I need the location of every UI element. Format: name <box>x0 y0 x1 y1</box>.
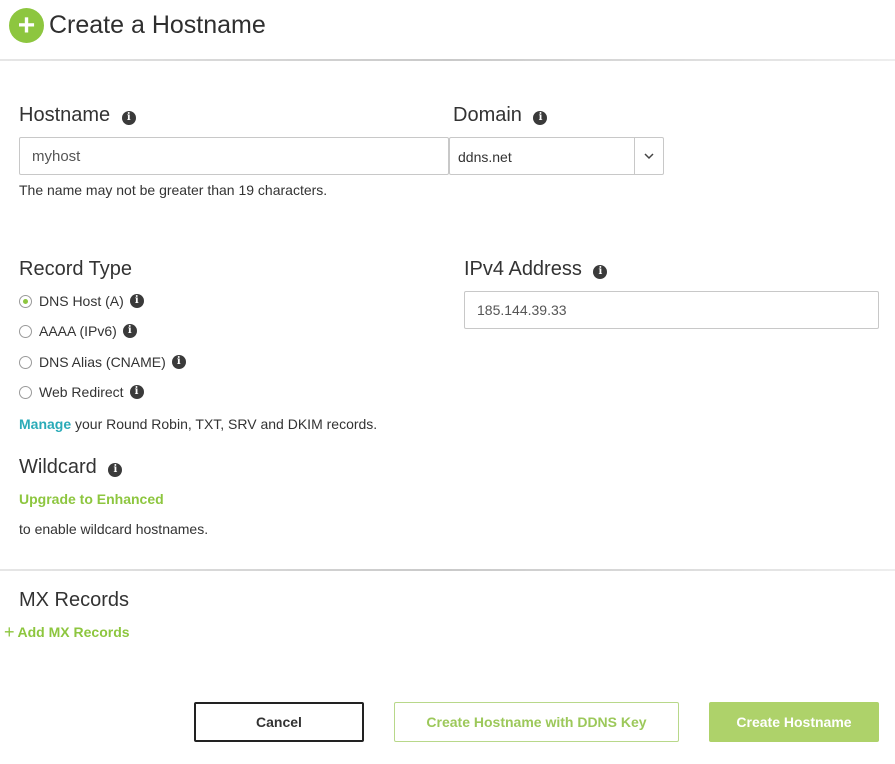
radio-button[interactable] <box>19 294 32 308</box>
cancel-button[interactable]: Cancel <box>194 702 364 742</box>
info-icon[interactable]: i <box>129 294 144 308</box>
radio-dns-host[interactable]: DNS Host (A) i <box>19 293 144 309</box>
hostname-input[interactable] <box>19 137 449 175</box>
ipv4-label: IPv4 Address <box>464 258 582 280</box>
radio-aaaa[interactable]: AAAA (IPv6) i <box>19 323 137 339</box>
domain-select[interactable]: ddns.net <box>449 137 664 175</box>
radio-label: Web Redirect <box>39 384 124 400</box>
add-mx-records-link[interactable]: + Add MX Records <box>4 622 130 642</box>
plus-icon: + <box>4 622 15 642</box>
manage-link[interactable]: Manage <box>19 416 71 432</box>
mx-records-label: MX Records <box>19 589 130 611</box>
info-icon[interactable]: i <box>533 111 548 125</box>
radio-cname[interactable]: DNS Alias (CNAME) i <box>19 354 186 370</box>
radio-button[interactable] <box>19 385 32 399</box>
radio-label: DNS Alias (CNAME) <box>39 354 166 370</box>
info-icon[interactable]: i <box>171 355 186 369</box>
create-hostname-ddns-button[interactable]: Create Hostname with DDNS Key <box>394 702 679 742</box>
wildcard-label-group: Wildcard i <box>19 455 123 479</box>
wildcard-label: Wildcard <box>19 456 97 478</box>
radio-button[interactable] <box>19 355 32 369</box>
radio-label: AAAA (IPv6) <box>39 323 117 339</box>
manage-description: your Round Robin, TXT, SRV and DKIM reco… <box>71 416 378 432</box>
chevron-down-icon[interactable] <box>634 138 663 174</box>
radio-button[interactable] <box>19 324 32 338</box>
wildcard-text: to enable wildcard hostnames. <box>19 521 209 537</box>
domain-label: Domain <box>453 104 522 126</box>
manage-records-text: Manage your Round Robin, TXT, SRV and DK… <box>19 416 377 432</box>
info-icon[interactable]: i <box>108 463 123 477</box>
domain-label-group: Domain i <box>453 103 548 127</box>
info-icon[interactable]: i <box>122 324 137 338</box>
domain-selected-value: ddns.net <box>458 149 512 165</box>
ipv4-label-group: IPv4 Address i <box>464 257 608 281</box>
record-type-label: Record Type <box>19 258 133 280</box>
hostname-hint: The name may not be greater than 19 char… <box>19 182 328 198</box>
upgrade-link[interactable]: Upgrade to Enhanced <box>19 491 164 507</box>
ipv4-input[interactable] <box>464 291 879 329</box>
info-icon[interactable]: i <box>121 111 136 125</box>
header-divider <box>0 59 895 61</box>
plus-circle-icon: + <box>9 8 44 43</box>
info-icon[interactable]: i <box>129 385 144 399</box>
radio-label: DNS Host (A) <box>39 293 124 309</box>
radio-web-redirect[interactable]: Web Redirect i <box>19 384 144 400</box>
hostname-label-group: Hostname i <box>19 103 136 127</box>
create-hostname-button[interactable]: Create Hostname <box>709 702 879 742</box>
section-divider <box>0 569 895 571</box>
page-title: Create a Hostname <box>49 11 266 39</box>
add-mx-label: Add MX Records <box>17 624 130 640</box>
info-icon[interactable]: i <box>593 265 608 279</box>
hostname-label: Hostname <box>19 104 111 126</box>
